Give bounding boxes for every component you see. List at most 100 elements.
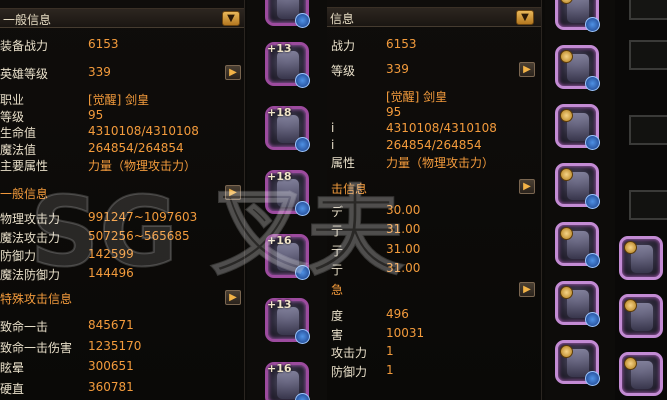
stat-value: 300651 — [88, 359, 134, 373]
dropdown-label: 信息 — [330, 12, 355, 26]
stat-label: 属性 — [331, 156, 356, 170]
character-info-panel: 一般信息 ▼ 装备战力 6153 英雄等级 339 ▶ 职业 [觉醒] 剑皇 等级 9… — [0, 0, 245, 400]
stat-label: 职业 — [0, 93, 25, 107]
plus-icon — [624, 357, 637, 370]
stat-value: [觉醒] 剑皇 — [88, 93, 150, 107]
refine-icon — [585, 194, 600, 209]
stat-label: 亍 — [331, 262, 344, 277]
info-expand-button[interactable]: ▶ — [519, 282, 535, 297]
equipment-slot[interactable] — [555, 45, 600, 91]
stat-value: 991247~1097603 — [88, 210, 198, 224]
stat-value: 496 — [386, 307, 409, 321]
equipment-strip-3 — [615, 0, 667, 400]
refine-icon — [585, 135, 600, 150]
stat-value: 力量（物理攻击力） — [386, 156, 495, 170]
refine-icon — [585, 17, 600, 32]
stat-label: 物理攻击力 — [0, 212, 61, 226]
stat-value: 31.00 — [386, 241, 421, 256]
stat-label: 亍 — [331, 224, 344, 239]
refine-icon — [585, 312, 600, 327]
stat-value: 10031 — [386, 325, 425, 340]
stat-label: 防御力 — [0, 249, 37, 263]
hero-level-expand-button[interactable]: ▶ — [519, 62, 535, 77]
refine-icon — [295, 137, 310, 152]
stat-label: 亍 — [331, 243, 344, 258]
stat-label: 魔法防御力 — [0, 267, 61, 282]
stat-value: 1 — [386, 344, 394, 358]
enhance-level: +13 — [267, 42, 292, 55]
stat-label: 主要属性 — [0, 159, 49, 173]
stat-value: 1 — [386, 362, 394, 377]
plus-icon — [560, 109, 573, 122]
compare-category-dropdown[interactable]: 信息 ▼ — [327, 7, 541, 27]
stat-value: 142599 — [88, 247, 134, 261]
stat-label: 魔法攻击力 — [0, 230, 61, 245]
stat-label: i — [331, 121, 335, 135]
stat-label: 害 — [331, 327, 344, 342]
stat-label: 攻击力 — [331, 346, 368, 360]
stat-label: 致命一击伤害 — [0, 340, 73, 355]
plus-icon — [624, 241, 637, 254]
section-attack-info: 击信息 — [331, 182, 368, 196]
equipment-strip-2 — [545, 0, 615, 400]
enhance-level: +18 — [267, 106, 292, 119]
info-category-dropdown[interactable]: 一般信息 ▼ — [0, 8, 244, 28]
equipment-slot[interactable]: +13 — [265, 298, 310, 344]
enhance-level: +18 — [267, 170, 292, 183]
plus-icon — [624, 299, 637, 312]
refine-icon — [585, 371, 600, 386]
stat-value: 845671 — [88, 318, 134, 332]
stat-label: 致命一击 — [0, 320, 49, 334]
refine-icon — [295, 201, 310, 216]
equipment-slot[interactable] — [265, 0, 310, 28]
chevron-down-icon[interactable]: ▼ — [222, 11, 240, 26]
stat-label: 眩晕 — [0, 361, 25, 375]
equipment-slot[interactable] — [619, 352, 663, 396]
chevron-down-icon[interactable]: ▼ — [516, 10, 534, 25]
equipment-slot[interactable] — [555, 0, 600, 32]
stat-label: 等级 — [0, 109, 25, 124]
stat-value: 30.00 — [386, 203, 421, 217]
enhance-level: +16 — [267, 362, 292, 375]
inventory-frame — [629, 190, 667, 220]
plus-icon — [560, 286, 573, 299]
equipment-slot[interactable] — [555, 104, 600, 150]
stat-value: 264854/264854 — [88, 140, 184, 155]
stat-value: 4310108/4310108 — [88, 124, 199, 138]
refine-icon — [295, 13, 310, 28]
stat-value: 95 — [386, 104, 402, 119]
equipment-slot[interactable] — [619, 294, 663, 338]
equipment-slot[interactable] — [555, 340, 600, 386]
stat-value: 31.00 — [386, 222, 421, 237]
equipment-slot[interactable]: +18 — [265, 106, 310, 152]
equipment-slot[interactable] — [555, 281, 600, 327]
equipment-slot[interactable] — [555, 163, 600, 209]
equipment-slot[interactable]: +18 — [265, 170, 310, 216]
compare-info-panel: 信息 ▼ 战力 6153 等级 339 ▶ [觉醒] 剑皇 95 i 4310108/… — [327, 0, 542, 400]
stat-label: 魔法值 — [0, 142, 37, 157]
plus-icon — [560, 50, 573, 63]
stat-value: 95 — [88, 107, 104, 122]
attack-info-expand-button[interactable]: ▶ — [519, 179, 535, 194]
equipment-slot[interactable] — [619, 236, 663, 280]
equipment-slot[interactable]: +13 — [265, 42, 310, 88]
inventory-frame — [629, 40, 667, 70]
equipment-slot[interactable]: +16 — [265, 234, 310, 280]
hero-level-expand-button[interactable]: ▶ — [225, 65, 241, 80]
equipment-slot[interactable]: +16 — [265, 362, 310, 400]
stat-value: [觉醒] 剑皇 — [386, 90, 448, 104]
equipment-slot[interactable] — [555, 222, 600, 268]
inventory-frame — [629, 0, 667, 20]
stat-label: i — [331, 137, 335, 152]
section-special-attack: 特殊攻击信息 — [0, 292, 73, 306]
plus-icon — [560, 168, 573, 181]
general-info-expand-button[interactable]: ▶ — [225, 185, 241, 200]
stat-value: 4310108/4310108 — [386, 121, 497, 135]
refine-icon — [295, 329, 310, 344]
stat-value: 1235170 — [88, 338, 142, 353]
special-attack-expand-button[interactable]: ▶ — [225, 290, 241, 305]
section-general-info: 一般信息 — [0, 187, 49, 201]
enhance-level: +13 — [267, 298, 292, 311]
plus-icon — [560, 345, 573, 358]
refine-icon — [295, 73, 310, 88]
